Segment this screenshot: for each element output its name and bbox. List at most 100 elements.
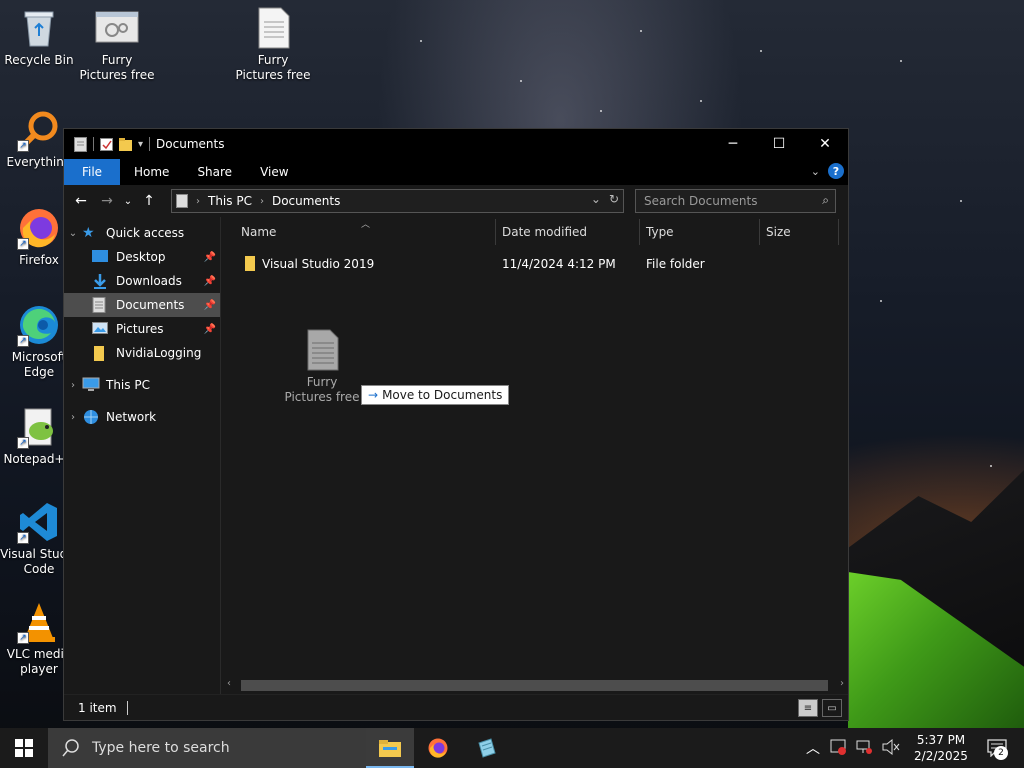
scroll-left-icon[interactable]: ‹ <box>227 678 231 689</box>
pin-icon[interactable]: 📌 <box>204 300 216 311</box>
column-name[interactable]: Name <box>235 217 495 247</box>
nav-network[interactable]: › Network <box>64 405 220 429</box>
computer-icon <box>82 377 100 393</box>
desktop-folder-icon <box>92 249 110 265</box>
tab-view[interactable]: View <box>246 159 302 185</box>
large-icons-view-icon[interactable]: ▭ <box>822 699 842 717</box>
forward-button[interactable]: → <box>94 193 120 209</box>
address-bar[interactable]: › This PC › Documents ⌄ ↻ <box>171 189 624 213</box>
breadcrumb-documents[interactable]: Documents <box>272 194 340 208</box>
pictures-icon <box>92 321 110 337</box>
search-icon <box>62 739 79 757</box>
volume-muted-icon[interactable] <box>882 738 900 758</box>
address-dropdown-icon[interactable]: ⌄ <box>591 192 601 206</box>
start-button[interactable] <box>0 728 48 768</box>
clock[interactable]: 5:37 PM 2/2/2025 <box>910 732 972 764</box>
tab-home[interactable]: Home <box>120 159 183 185</box>
file-explorer-window[interactable]: ▾ Documents ─ ☐ ✕ File Home Share View ⌄… <box>63 128 849 721</box>
refresh-icon[interactable]: ↻ <box>609 192 619 206</box>
navigation-pane: ⌄ ★ Quick access Desktop 📌 Downloads 📌 D… <box>64 217 221 694</box>
clock-date: 2/2/2025 <box>914 749 968 763</box>
details-view-icon[interactable]: ≡ <box>798 699 818 717</box>
scrollbar-thumb[interactable] <box>241 680 828 691</box>
security-alert-icon[interactable] <box>830 739 846 758</box>
taskbar-notepad[interactable] <box>462 728 510 768</box>
status-bar: 1 item ≡ ▭ <box>64 694 848 720</box>
recycle-bin-icon <box>17 6 61 50</box>
view-switcher: ≡ ▭ <box>798 699 842 717</box>
search-input[interactable]: Search Documents ⌕ <box>635 189 836 213</box>
nav-nvidialogging[interactable]: NvidiaLogging <box>64 341 220 365</box>
explorer-body: ⌄ ★ Quick access Desktop 📌 Downloads 📌 D… <box>64 217 848 694</box>
up-button[interactable]: ↑ <box>136 193 162 209</box>
chevron-down-icon[interactable]: ⌄ <box>64 228 82 239</box>
text-file-icon <box>251 6 295 50</box>
toolbar-separator <box>149 137 151 151</box>
recent-locations-icon[interactable]: ⌄ <box>120 196 136 207</box>
action-center-button[interactable]: 2 <box>982 728 1012 768</box>
vlc-icon: ↗ <box>17 600 61 644</box>
back-button[interactable]: ← <box>68 193 94 209</box>
nav-this-pc[interactable]: › This PC <box>64 373 220 397</box>
windows-logo-icon <box>15 739 33 757</box>
expand-ribbon-icon[interactable]: ⌄ <box>811 165 820 178</box>
nav-quick-access[interactable]: ⌄ ★ Quick access <box>64 221 220 245</box>
maximize-button[interactable]: ☐ <box>756 129 802 159</box>
network-disconnected-icon[interactable] <box>856 739 872 758</box>
column-date-modified[interactable]: Date modified <box>496 217 639 247</box>
pin-icon[interactable]: 📌 <box>204 252 216 263</box>
download-arrow-icon <box>92 273 110 289</box>
title-bar[interactable]: ▾ Documents ─ ☐ ✕ <box>64 129 848 159</box>
taskbar-search[interactable]: Type here to search <box>48 728 366 768</box>
column-type[interactable]: Type <box>640 217 759 247</box>
shortcut-arrow-icon: ↗ <box>17 532 29 544</box>
document-icon <box>176 194 188 208</box>
window-title: Documents <box>156 137 225 151</box>
column-divider[interactable] <box>838 219 839 245</box>
arrow-right-icon: → <box>368 388 379 402</box>
taskbar-file-explorer[interactable] <box>366 728 414 768</box>
nav-documents[interactable]: Documents 📌 <box>64 293 220 317</box>
help-icon[interactable]: ? <box>828 163 844 179</box>
quick-access-toolbar: ▾ <box>64 136 151 152</box>
file-date: 11/4/2024 4:12 PM <box>502 257 616 271</box>
system-tray: ︿ 5:37 PM 2/2/2025 2 <box>806 728 1024 768</box>
chevron-right-icon[interactable]: › <box>64 412 82 423</box>
minimize-button[interactable]: ─ <box>710 129 756 159</box>
properties-icon[interactable] <box>100 137 113 152</box>
taskbar-firefox[interactable] <box>414 728 462 768</box>
desktop-icon-furry-pictures-txt[interactable]: Furry Pictures free <box>234 6 312 83</box>
ribbon-tabs: File Home Share View ⌄ ? <box>64 159 848 185</box>
desktop-icon-recycle-bin[interactable]: Recycle Bin <box>0 6 78 68</box>
column-size[interactable]: Size <box>760 217 838 247</box>
ribbon-right: ⌄ ? <box>811 163 844 179</box>
tray-overflow-icon[interactable]: ︿ <box>806 738 820 758</box>
chevron-right-icon[interactable]: › <box>64 380 82 391</box>
pin-icon[interactable]: 📌 <box>204 324 216 335</box>
nav-pictures[interactable]: Pictures 📌 <box>64 317 220 341</box>
customize-toolbar-icon[interactable]: ▾ <box>138 139 143 150</box>
notepadpp-icon: ↗ <box>17 405 61 449</box>
tab-share[interactable]: Share <box>183 159 246 185</box>
pin-icon[interactable]: 📌 <box>204 276 216 287</box>
vscode-icon: ↗ <box>17 500 61 544</box>
breadcrumb-this-pc[interactable]: This PC <box>208 194 252 208</box>
drag-ghost-item: Furry Pictures free <box>283 329 361 405</box>
new-folder-icon[interactable] <box>119 137 132 152</box>
file-list[interactable]: ︿ Name Date modified Type Size Visual St… <box>221 217 848 694</box>
tab-file[interactable]: File <box>64 159 120 185</box>
notification-count: 2 <box>994 746 1008 760</box>
firefox-icon <box>428 738 448 758</box>
close-button[interactable]: ✕ <box>802 129 848 159</box>
horizontal-scrollbar[interactable]: ‹ › <box>221 677 848 694</box>
nav-desktop[interactable]: Desktop 📌 <box>64 245 220 269</box>
nav-downloads[interactable]: Downloads 📌 <box>64 269 220 293</box>
folder-icon <box>92 345 110 361</box>
scroll-right-icon[interactable]: › <box>840 678 844 689</box>
edge-icon: ↗ <box>17 303 61 347</box>
shortcut-arrow-icon: ↗ <box>17 632 29 644</box>
table-row[interactable]: Visual Studio 2019 11/4/2024 4:12 PM Fil… <box>235 253 835 275</box>
document-icon <box>74 136 87 152</box>
folder-icon <box>243 255 259 274</box>
desktop-icon-furry-pictures-exe[interactable]: Furry Pictures free <box>78 6 156 83</box>
